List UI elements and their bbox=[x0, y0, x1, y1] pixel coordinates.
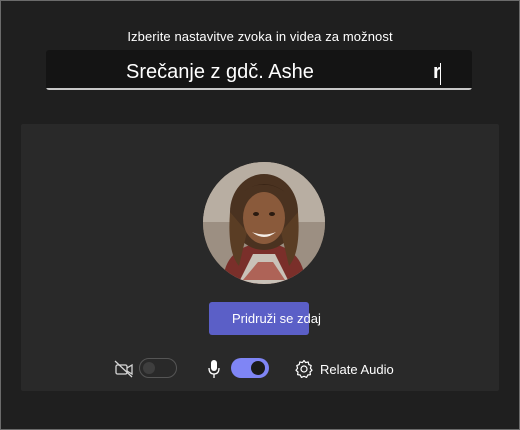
avatar bbox=[203, 162, 325, 284]
meeting-title: Srečanje z gdč. Ashe bbox=[126, 61, 314, 83]
audio-settings-label[interactable]: Relate Audio bbox=[320, 362, 394, 377]
join-now-button[interactable]: Pridruži se zdaj bbox=[209, 302, 321, 335]
microphone-icon bbox=[208, 360, 220, 378]
camera-toggle-knob bbox=[143, 362, 155, 374]
join-now-label: Pridruži se zdaj bbox=[232, 311, 321, 326]
camera-toggle[interactable] bbox=[139, 358, 177, 378]
gear-icon[interactable] bbox=[294, 359, 314, 379]
device-controls: Relate Audio bbox=[21, 356, 499, 382]
text-cursor bbox=[440, 63, 441, 85]
avatar-photo bbox=[203, 162, 325, 284]
meeting-title-field[interactable]: Srečanje z gdč. Ashe r bbox=[46, 50, 472, 90]
settings-subtitle: Izberite nastavitve zvoka in videa za mo… bbox=[127, 29, 393, 44]
title-underline bbox=[46, 88, 472, 90]
video-preview-panel: Pridruži se zdaj Relate Audio bbox=[21, 124, 499, 391]
camera-off-icon bbox=[114, 360, 133, 378]
microphone-toggle[interactable] bbox=[231, 358, 269, 378]
microphone-toggle-knob bbox=[251, 361, 265, 375]
